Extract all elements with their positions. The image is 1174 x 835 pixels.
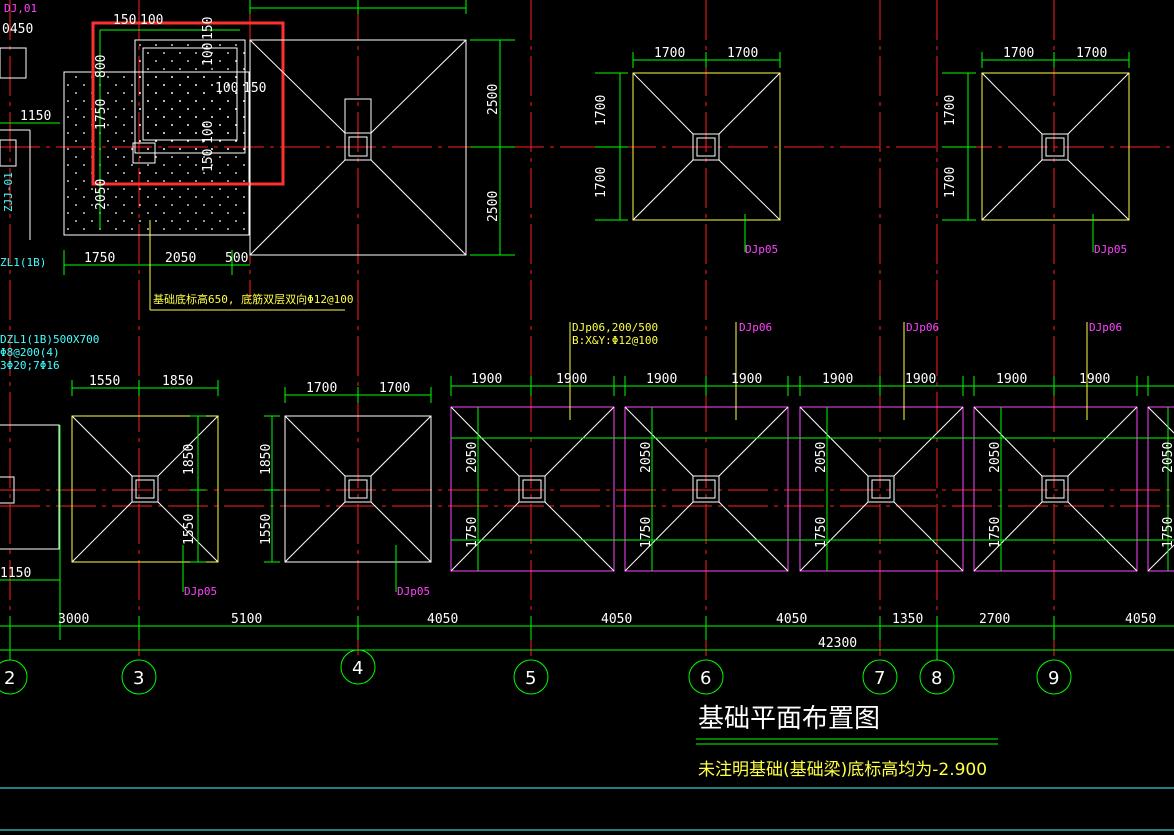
label-djp05-lower-2: DJp05 xyxy=(397,585,430,598)
dim-m3-w2: 1900 xyxy=(905,372,936,387)
dim-2050-left: 2050 xyxy=(94,179,109,210)
dim-m2-h2: 1750 xyxy=(639,517,654,548)
dim-m2-h1: 2050 xyxy=(639,442,654,473)
dim-500-bottom: 500 xyxy=(225,251,248,266)
dim-m5-h2: 1750 xyxy=(1161,517,1174,548)
dim-m1-w2: 1900 xyxy=(556,372,587,387)
label-djp05-upper-1: DJp05 xyxy=(745,243,778,256)
cad-drawing-canvas[interactable]: DJ,01 0450 ZJJ-01 ZL1(1B) 150 100 800 17… xyxy=(0,0,1174,835)
drawing-frame-bottom xyxy=(0,787,1174,831)
footing-partial-left[interactable] xyxy=(0,424,60,550)
dim-left-1150: 1150 xyxy=(0,566,31,581)
dim-m4-h1: 2050 xyxy=(988,442,1003,473)
axis-label-9: 9 xyxy=(1048,668,1059,689)
drawing-note: 未注明基础(基础梁)底标高均为-2.900 xyxy=(698,760,987,780)
axis-label-4: 4 xyxy=(352,658,363,679)
dim-m2-w1: 1900 xyxy=(646,372,677,387)
axis-dim-4: 4050 xyxy=(601,612,632,627)
dim-1750-bottom: 1750 xyxy=(84,251,115,266)
dim-100-c: 100 xyxy=(215,81,238,96)
dim-150-b: 150 xyxy=(201,17,216,40)
label-djp05-lower-1: DJp05 xyxy=(184,585,217,598)
drawing-title: 基础平面布置图 xyxy=(698,704,880,734)
label-djp06-spec-1: DJp06,200/500 xyxy=(572,321,658,334)
dim-m1-w1: 1900 xyxy=(471,372,502,387)
axis-label-2: 2 xyxy=(4,668,15,689)
dim-m2-w2: 1900 xyxy=(731,372,762,387)
axis-dim-1: 3000 xyxy=(58,612,89,627)
dim-f2-h2: 1700 xyxy=(943,167,958,198)
label-zl1b: ZL1(1B) xyxy=(0,256,46,269)
dim-800: 800 xyxy=(94,55,109,78)
label-base-note: 基础底标高650, 底筋双层双向Φ12@100 xyxy=(153,292,353,306)
dim-f1-w1: 1700 xyxy=(654,46,685,61)
dim-b-h2: 1550 xyxy=(259,514,274,545)
dim-1750-left: 1750 xyxy=(94,99,109,130)
axis-dim-2: 5100 xyxy=(231,612,262,627)
dim-150-c: 150 xyxy=(243,81,266,96)
label-bars: 3Φ20;7Φ16 xyxy=(0,359,60,372)
dim-m4-h2: 1750 xyxy=(988,517,1003,548)
dim-m4-w2: 1900 xyxy=(1079,372,1110,387)
dim-m3-h1: 2050 xyxy=(814,442,829,473)
dim-1150-top: 1150 xyxy=(20,109,51,124)
dim-100-top: 100 xyxy=(140,13,163,28)
dim-f2-w1: 1700 xyxy=(1003,46,1034,61)
dim-m5-h1: 2050 xyxy=(1161,442,1174,473)
axis-label-6: 6 xyxy=(700,668,711,689)
label-dzl: DZL1(1B)500X700 xyxy=(0,333,99,346)
label-0450: 0450 xyxy=(2,22,33,37)
dim-150-d: 150 xyxy=(201,149,216,172)
dim-m1-h2: 1750 xyxy=(465,517,480,548)
dim-b-w1: 1700 xyxy=(306,381,337,396)
dim-f2-h1: 1700 xyxy=(943,95,958,126)
dim-f2-w2: 1700 xyxy=(1076,46,1107,61)
dim-m3-w1: 1900 xyxy=(822,372,853,387)
label-djp06-a: DJp06 xyxy=(739,321,772,334)
dim-a-h1: 1850 xyxy=(182,444,197,475)
label-djp06-spec-2: B:X&Y:Φ12@100 xyxy=(572,334,658,347)
dim-f1-w2: 1700 xyxy=(727,46,758,61)
axis-label-8: 8 xyxy=(931,668,942,689)
axis-dim-8: 4050 xyxy=(1125,612,1156,627)
label-djp05-upper-2: DJp05 xyxy=(1094,243,1127,256)
dim-150-top: 150 xyxy=(113,13,136,28)
axis-label-3: 3 xyxy=(133,668,144,689)
axis-label-7: 7 xyxy=(874,668,885,689)
label-djp06-b: DJp06 xyxy=(906,321,939,334)
dim-2500-upper: 2500 xyxy=(486,84,501,115)
dim-2500-lower: 2500 xyxy=(486,191,501,222)
dim-100-d: 100 xyxy=(201,121,216,144)
label-dj01: DJ,01 xyxy=(4,2,37,15)
dim-m3-h2: 1750 xyxy=(814,517,829,548)
axis-dim-3: 4050 xyxy=(427,612,458,627)
axis-dim-total: 42300 xyxy=(818,636,857,651)
dim-m4-w1: 1900 xyxy=(996,372,1027,387)
dim-100-b: 100 xyxy=(201,43,216,66)
label-stirrup: Φ8@200(4) xyxy=(0,346,60,359)
axis-dim-7: 2700 xyxy=(979,612,1010,627)
dim-f1-h1: 1700 xyxy=(594,95,609,126)
label-zj01: ZJJ-01 xyxy=(2,172,15,212)
title-underlines xyxy=(696,738,998,745)
axis-label-5: 5 xyxy=(525,668,536,689)
label-djp06-c: DJp06 xyxy=(1089,321,1122,334)
dim-2050-bottom: 2050 xyxy=(165,251,196,266)
dim-f1-h2: 1700 xyxy=(594,167,609,198)
dim-b-w2: 1700 xyxy=(379,381,410,396)
dim-a-h2: 1550 xyxy=(182,514,197,545)
djp06-leaders xyxy=(149,220,1088,420)
dim-a-w2: 1850 xyxy=(162,374,193,389)
axis-dim-5: 4050 xyxy=(776,612,807,627)
axis-dim-6: 1350 xyxy=(892,612,923,627)
dim-b-h1: 1850 xyxy=(259,444,274,475)
dim-a-w1: 1550 xyxy=(89,374,120,389)
dim-m1-h1: 2050 xyxy=(465,442,480,473)
